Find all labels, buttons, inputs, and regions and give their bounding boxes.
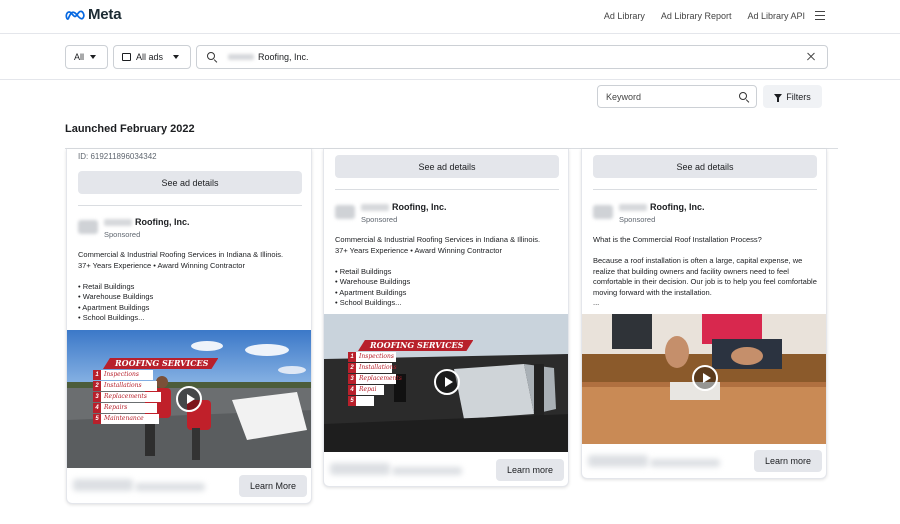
service-item: Repairs — [101, 403, 157, 413]
service-item: Repai — [356, 385, 384, 395]
redacted-name — [619, 203, 647, 211]
sponsored-label: Sponsored — [361, 215, 398, 224]
search-value: Roofing, Inc. — [258, 52, 309, 62]
search-filter-bar: All All ads Roofing, Inc. — [0, 34, 900, 80]
hamburger-menu-icon[interactable] — [815, 11, 825, 20]
close-icon[interactable] — [806, 52, 816, 62]
search-icon — [738, 91, 750, 103]
ad-body-text: Commercial & Industrial Roofing Services… — [335, 235, 563, 309]
ad-card: ID: 619211896034342 See ad details Roofi… — [66, 149, 312, 504]
caret-down-icon — [90, 55, 97, 59]
advertiser-avatar — [78, 220, 98, 234]
service-item: Replacements — [101, 392, 161, 402]
ad-video[interactable]: ROOFING SERVICES 1 Inspections 2 Installat… — [67, 330, 311, 468]
redacted-footer-text — [330, 463, 390, 475]
play-icon[interactable] — [692, 365, 718, 391]
ad-card: See ad details Roofing, Inc. Sponsored W… — [581, 149, 827, 479]
redacted-footer-text — [588, 455, 648, 467]
service-item: Installations — [101, 381, 157, 391]
video-service-list: 1 Inspections 2 Installations 3 Replacement… — [93, 370, 161, 424]
service-item: Installations — [356, 363, 397, 373]
redacted-footer-text — [73, 479, 133, 491]
see-ad-details-button[interactable]: See ad details — [593, 155, 817, 178]
play-icon[interactable] — [176, 386, 202, 412]
ad-body-paragraph: What is the Commercial Roof Installation… — [593, 235, 817, 307]
service-item: Replacements — [356, 374, 402, 384]
card-divider — [593, 189, 817, 190]
see-ad-details-button[interactable]: See ad details — [335, 155, 559, 178]
monitor-icon — [122, 53, 131, 61]
nav-link-ad-library-api[interactable]: Ad Library API — [747, 11, 805, 21]
top-nav: Meta Ad Library Ad Library Report Ad Lib… — [0, 0, 900, 34]
meta-logo[interactable]: Meta — [65, 6, 122, 23]
sponsored-label: Sponsored — [619, 215, 656, 224]
advertiser-avatar — [593, 205, 613, 219]
ad-type-dropdown-label: All ads — [136, 52, 164, 62]
ad-card: See ad details Roofing, Inc. Sponsored C… — [323, 149, 569, 487]
keyword-search-input[interactable]: Keyword — [597, 85, 757, 108]
meta-infinity-icon — [65, 10, 85, 20]
advertiser-search-input[interactable]: Roofing, Inc. — [196, 45, 828, 69]
caret-down-icon — [173, 55, 180, 59]
ad-video[interactable] — [582, 314, 826, 444]
learn-more-button[interactable]: Learn More — [239, 475, 307, 497]
advertiser-avatar — [335, 205, 355, 219]
service-item: Inspections — [356, 352, 396, 362]
advertiser-name[interactable]: Roofing, Inc. — [619, 202, 705, 212]
video-banner: ROOFING SERVICES — [358, 340, 474, 351]
advertiser-name-text: Roofing, Inc. — [392, 202, 447, 212]
library-id: ID: 619211896034342 — [78, 152, 157, 161]
learn-more-button[interactable]: Learn more — [754, 450, 822, 472]
advertiser-name[interactable]: Roofing, Inc. — [361, 202, 447, 212]
ad-type-dropdown[interactable]: All ads — [113, 45, 191, 69]
filters-button[interactable]: Filters — [763, 85, 822, 108]
see-ad-details-button[interactable]: See ad details — [78, 171, 302, 194]
video-service-list: 1 Inspections 2 Installations 3 Replacement… — [348, 352, 402, 406]
redacted-footer-text — [650, 459, 720, 467]
ad-body-paragraph: Commercial & Industrial Roofing Services… — [335, 235, 541, 307]
play-icon[interactable] — [434, 369, 460, 395]
nav-link-ad-library-report[interactable]: Ad Library Report — [661, 11, 732, 21]
filter-funnel-icon — [774, 94, 783, 102]
filters-button-label: Filters — [786, 91, 811, 102]
video-banner: ROOFING SERVICES — [103, 358, 219, 369]
advertiser-name[interactable]: Roofing, Inc. — [104, 217, 190, 227]
meta-logo-text: Meta — [88, 6, 122, 23]
service-item: Maintenance — [101, 414, 159, 424]
redacted-name — [361, 203, 389, 211]
advertiser-name-text: Roofing, Inc. — [135, 217, 190, 227]
ad-body-text: What is the Commercial Roof Installation… — [593, 235, 821, 309]
nav-links: Ad Library Ad Library Report Ad Library … — [604, 11, 805, 21]
advertiser-name-text: Roofing, Inc. — [650, 202, 705, 212]
redacted-footer-text — [135, 483, 205, 491]
card-divider — [335, 189, 559, 190]
redacted-footer-text — [392, 467, 462, 475]
redacted-name — [228, 54, 254, 60]
sponsored-label: Sponsored — [104, 230, 141, 239]
country-dropdown[interactable]: All — [65, 45, 108, 69]
keyword-placeholder: Keyword — [606, 91, 642, 102]
search-icon — [206, 51, 218, 63]
redacted-name — [104, 218, 132, 226]
nav-link-ad-library[interactable]: Ad Library — [604, 11, 645, 21]
learn-more-button[interactable]: Learn more — [496, 459, 564, 481]
ad-video[interactable]: ROOFING SERVICES 1 Inspections 2 Installat… — [324, 314, 568, 452]
launched-heading: Launched February 2022 — [65, 123, 195, 135]
country-dropdown-label: All — [74, 52, 85, 62]
service-item — [356, 396, 374, 406]
ad-body-paragraph: Commercial & Industrial Roofing Services… — [78, 250, 284, 322]
card-divider — [78, 205, 302, 206]
ad-body-text: Commercial & Industrial Roofing Services… — [78, 250, 306, 324]
service-item: Inspections — [101, 370, 153, 380]
